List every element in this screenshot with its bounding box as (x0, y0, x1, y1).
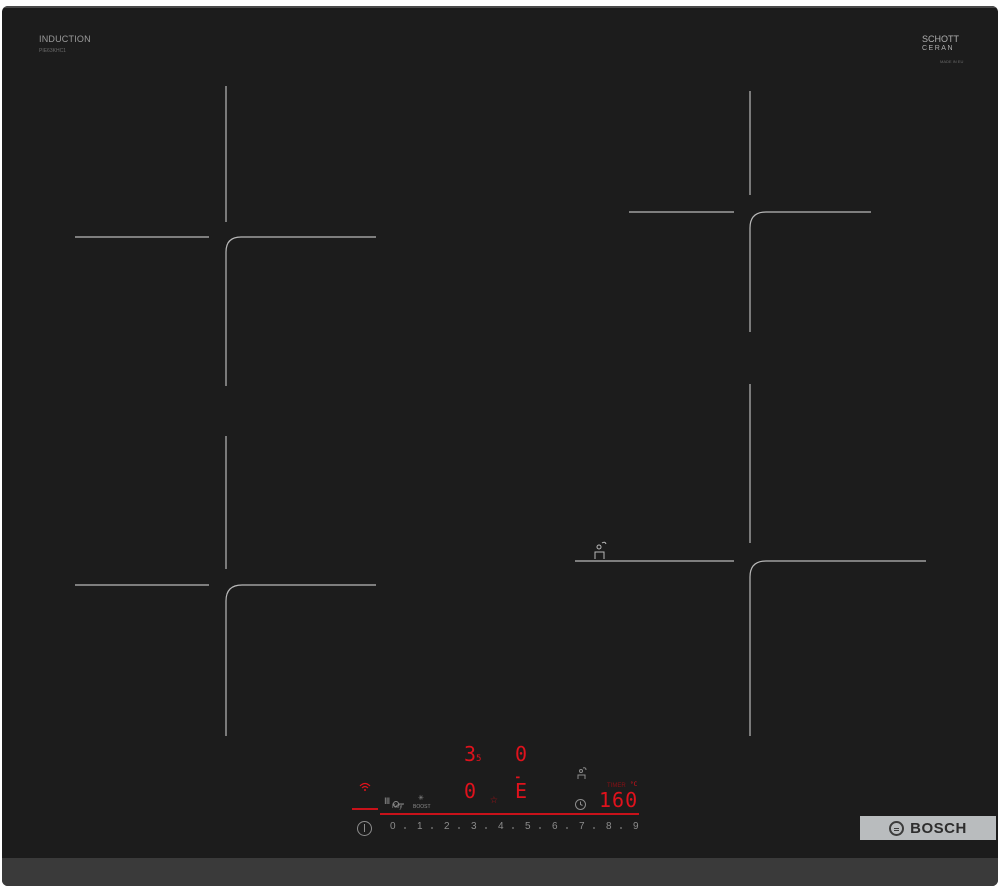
level-6[interactable]: 6 (552, 821, 558, 832)
bosch-badge: BOSCH (860, 816, 996, 840)
level-dot (539, 827, 541, 829)
level-8[interactable]: 8 (606, 821, 612, 832)
star-icon[interactable]: ☆ (490, 792, 498, 807)
zone-markings (75, 86, 926, 736)
temperature-unit: °C (630, 781, 638, 788)
zone-sensor-icon (594, 541, 607, 559)
level-3[interactable]: 3 (471, 821, 477, 832)
level-7[interactable]: 7 (579, 821, 585, 832)
level-5[interactable]: 5 (525, 821, 531, 832)
frame-bottom (2, 858, 998, 886)
level-dot (458, 827, 460, 829)
bosch-logo-icon (889, 820, 905, 836)
level-dot (593, 827, 595, 829)
zone-fr-corner (749, 560, 926, 736)
level-4[interactable]: 4 (498, 821, 504, 832)
level-dot (620, 827, 622, 829)
key-label: Key (392, 804, 403, 810)
zone-front-right-indicator: ▬ (516, 774, 520, 781)
frying-sensor-icon[interactable] (575, 766, 589, 785)
wifi-indicator-bar (352, 808, 378, 810)
zone-rear-left-display: 35 (464, 744, 481, 769)
zone-rear-left-sub: 5 (476, 754, 482, 764)
zone-fl-corner (225, 584, 376, 736)
level-slider-track[interactable] (380, 813, 639, 815)
level-9[interactable]: 9 (633, 821, 639, 832)
zone-front-left-level: 0 (464, 779, 477, 803)
temperature-value: 160 (599, 788, 639, 812)
level-dot (512, 827, 514, 829)
power-icon[interactable] (357, 821, 372, 836)
level-dot (404, 827, 406, 829)
zone-rl-corner (225, 236, 376, 386)
boost-label: BOOST (413, 804, 431, 810)
level-dot (431, 827, 433, 829)
zone-rear-left-level: 3 (464, 742, 477, 766)
lock-label: Ⅲ (384, 796, 391, 806)
cooktop-glass: INDUCTION PIE63KHC1 SCHOTT CERAN MADE IN… (2, 6, 998, 886)
level-2[interactable]: 2 (444, 821, 450, 832)
bosch-label: BOSCH (910, 819, 967, 837)
wifi-icon[interactable] (359, 782, 371, 795)
level-0[interactable]: 0 (390, 821, 396, 832)
zone-front-right-level: E (515, 779, 528, 803)
boost-icon[interactable]: ✳ (418, 794, 424, 802)
level-dot (566, 827, 568, 829)
lock-button[interactable]: Ⅲ (384, 796, 390, 807)
level-1[interactable]: 1 (417, 821, 423, 832)
level-dot (485, 827, 487, 829)
zone-rr-corner (749, 211, 871, 332)
zone-rear-right-level: 0 (515, 742, 528, 766)
